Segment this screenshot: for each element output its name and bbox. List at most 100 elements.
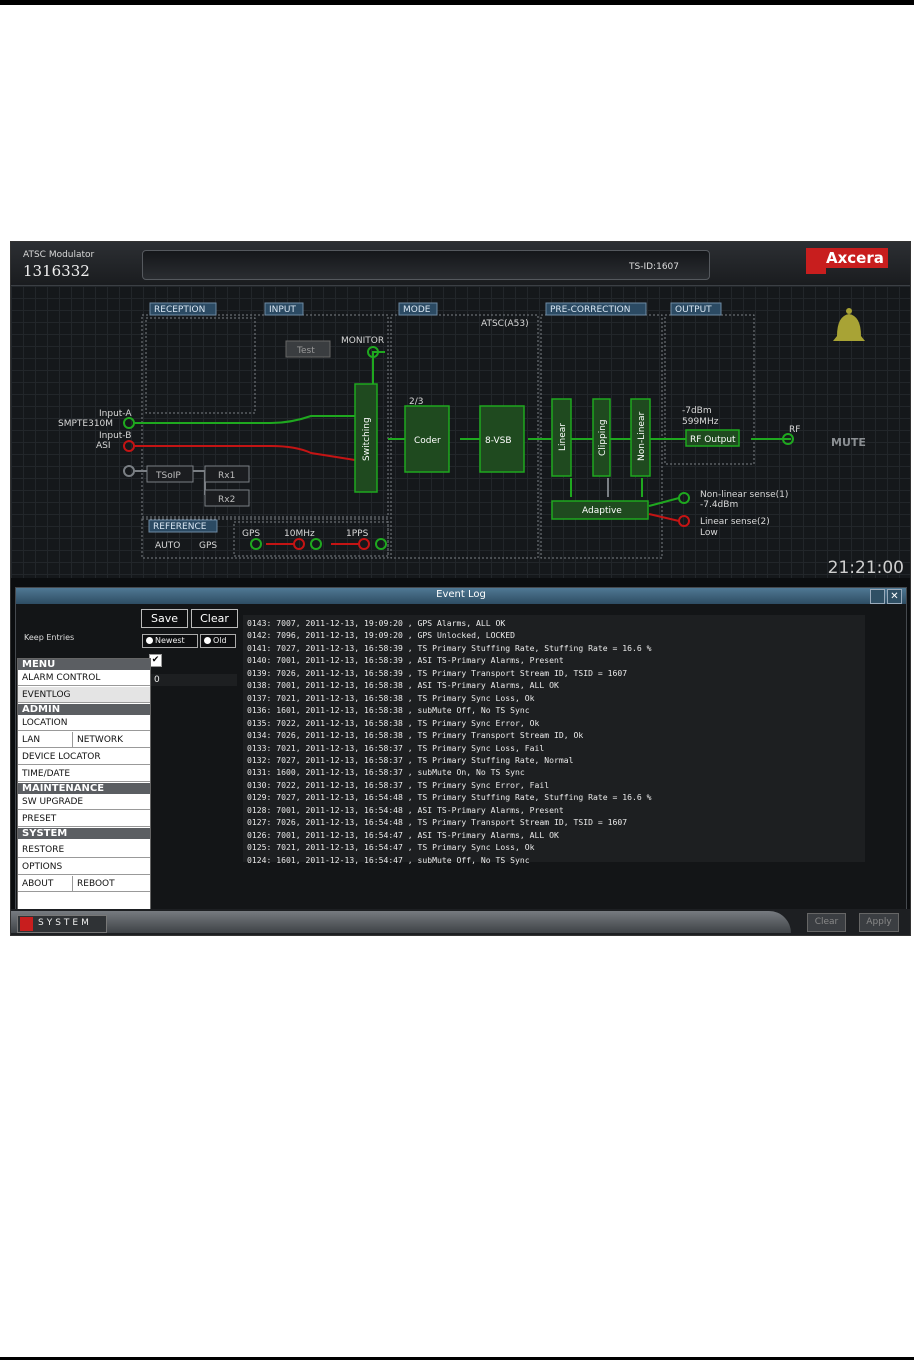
- bottom-bar: SYSTEM Clear Apply: [11, 909, 910, 935]
- mode-label: MODE: [403, 305, 431, 315]
- top-bar: ATSC Modulator 1316332 TS-ID:1607 Axcera: [11, 242, 910, 286]
- log-entry: 0132: 7027, 2011-12-13, 16:58:37 , TS Pr…: [247, 754, 574, 765]
- ref-mode: AUTO: [155, 541, 180, 551]
- clear-button[interactable]: Clear: [807, 913, 846, 932]
- gps-label: GPS: [242, 529, 260, 539]
- event-log-list[interactable]: 0143: 7007, 2011-12-13, 19:09:20 , GPS A…: [243, 615, 865, 865]
- input-a-connector-icon: [123, 417, 135, 429]
- minimize-button[interactable]: [870, 589, 885, 604]
- page-top-rule: [0, 0, 914, 5]
- menu-item-eventlog[interactable]: EVENTLOG: [18, 687, 150, 703]
- log-entry: 0137: 7021, 2011-12-13, 16:58:38 , TS Pr…: [247, 692, 535, 703]
- freq-readout: 599MHz: [682, 417, 719, 427]
- rf-output-label: RF Output: [690, 435, 736, 445]
- menu-item-network[interactable]: NETWORK: [73, 732, 150, 748]
- axcera-logo: Axcera: [806, 248, 888, 274]
- log-entry: 0141: 7027, 2011-12-13, 16:58:39 , TS Pr…: [247, 642, 652, 653]
- log-entry: 0138: 7001, 2011-12-13, 16:58:38 , ASI T…: [247, 680, 559, 691]
- menu-item-restore[interactable]: RESTORE: [18, 842, 150, 858]
- menu-item-about[interactable]: ABOUT: [18, 876, 73, 892]
- log-entry: 0130: 7022, 2011-12-13, 16:58:37 , TS Pr…: [247, 779, 550, 790]
- mode-value: ATSC(A53): [481, 319, 529, 329]
- input-b-type: ASI: [96, 441, 111, 451]
- rx2-label: Rx2: [218, 495, 235, 505]
- precorrection-label: PRE-CORRECTION: [550, 305, 630, 315]
- log-entry: 0142: 7096, 2011-12-13, 19:09:20 , GPS U…: [247, 630, 516, 641]
- event-log-title: Event Log: [436, 589, 486, 600]
- menu-item-alarm-control[interactable]: ALARM CONTROL: [18, 670, 150, 686]
- menu-item-sw-upgrade[interactable]: SW UPGRADE: [18, 794, 150, 810]
- onepps-red-connector-icon: [358, 538, 370, 550]
- maintenance-header: MAINTENANCE: [18, 783, 150, 794]
- menu-item-time-date[interactable]: TIME/DATE: [18, 766, 150, 782]
- device-type-label: ATSC Modulator: [23, 250, 95, 260]
- menu-item-reboot[interactable]: REBOOT: [73, 876, 150, 892]
- log-entry: 0140: 7001, 2011-12-13, 16:58:39 , ASI T…: [247, 655, 564, 666]
- log-entry: 0128: 7001, 2011-12-13, 16:54:48 , ASI T…: [247, 804, 564, 815]
- lin-sense-label: Linear sense(2): [700, 517, 770, 527]
- monitor-label: MONITOR: [341, 336, 384, 346]
- bottom-tab-shape: [11, 911, 791, 933]
- log-entry: 0131: 1600, 2011-12-13, 16:58:37 , subMu…: [247, 767, 525, 778]
- newest-radio[interactable]: Newest: [142, 634, 198, 648]
- admin-header: ADMIN: [18, 704, 150, 715]
- status-display: TS-ID:1607: [142, 250, 710, 280]
- save-button[interactable]: Save: [141, 609, 188, 628]
- switching-label: Switching: [362, 417, 372, 461]
- keep-entries-input[interactable]: 0: [151, 674, 237, 686]
- log-entry: 0124: 1601, 2011-12-13, 16:54:47 , subMu…: [247, 854, 530, 865]
- onepps-green-connector-icon: [375, 538, 387, 550]
- old-label: Old: [213, 636, 227, 645]
- test-button[interactable]: Test: [285, 340, 331, 358]
- menu-header: MENU: [18, 659, 150, 670]
- brand-name: Axcera: [822, 248, 888, 268]
- log-entry: 0135: 7022, 2011-12-13, 16:58:38 , TS Pr…: [247, 717, 540, 728]
- lin-sense-connector-icon: [678, 515, 690, 527]
- power-readout: -7dBm: [682, 406, 712, 416]
- vsb-label: 8-VSB: [485, 436, 512, 446]
- reception-label: RECEPTION: [154, 305, 205, 315]
- menu-item-location[interactable]: LOCATION: [18, 715, 150, 731]
- input-b-label: Input-B: [99, 431, 131, 441]
- old-radio[interactable]: Old: [200, 634, 236, 648]
- page-bottom-rule: [0, 1357, 914, 1360]
- close-icon[interactable]: ✕: [887, 589, 902, 604]
- radio-selected-icon: [146, 637, 153, 644]
- test-button-label: Test: [296, 346, 315, 356]
- system-menu: MENU ALARM CONTROL EVENTLOG ADMIN LOCATI…: [17, 658, 151, 914]
- menu-item-preset[interactable]: PRESET: [18, 811, 150, 827]
- tsoip-label: TSoIP: [155, 471, 181, 481]
- rx1-label: Rx1: [218, 471, 235, 481]
- log-entry: 0127: 7026, 2011-12-13, 16:54:48 , TS Pr…: [247, 817, 628, 828]
- reception-inner-box: [145, 317, 256, 414]
- ts-id-readout: TS-ID:1607: [629, 262, 679, 272]
- menu-item-device-locator[interactable]: DEVICE LOCATOR: [18, 749, 150, 765]
- nl-sense-value: -7.4dBm: [700, 500, 738, 510]
- signal-flow-diagram: RECEPTION INPUT MODE PRE-CORRECTION OUTP…: [11, 286, 910, 578]
- gps-connector-icon: [250, 538, 262, 550]
- apply-button[interactable]: Apply: [859, 913, 899, 932]
- menu-item-lan[interactable]: LAN: [18, 732, 73, 748]
- tenmhz-label: 10MHz: [284, 529, 315, 539]
- onepps-label: 1PPS: [346, 529, 369, 539]
- log-entry: 0126: 7001, 2011-12-13, 16:54:47 , ASI T…: [247, 829, 559, 840]
- log-entry: 0133: 7021, 2011-12-13, 16:58:37 , TS Pr…: [247, 742, 545, 753]
- log-entry: 0125: 7021, 2011-12-13, 16:54:47 , TS Pr…: [247, 842, 535, 853]
- clear-log-button[interactable]: Clear: [191, 609, 238, 628]
- coder-label: Coder: [414, 436, 441, 446]
- ref-source: GPS: [199, 541, 217, 551]
- bell-icon: [833, 308, 865, 341]
- mute-label: MUTE: [831, 436, 866, 449]
- system-button[interactable]: SYSTEM: [17, 915, 107, 933]
- event-log-header: Event Log ✕: [16, 588, 906, 604]
- system-button-label: SYSTEM: [38, 918, 92, 928]
- modulator-app-window: ATSC Modulator 1316332 TS-ID:1607 Axcera…: [10, 241, 911, 936]
- newest-label: Newest: [155, 636, 185, 645]
- axcera-badge-icon: [20, 917, 33, 931]
- reference-label: REFERENCE: [153, 522, 207, 532]
- nonlinear-label: Non-Linear: [637, 412, 647, 461]
- log-entry: 0139: 7026, 2011-12-13, 16:58:39 , TS Pr…: [247, 667, 628, 678]
- adaptive-label: Adaptive: [582, 506, 622, 516]
- menu-item-options[interactable]: OPTIONS: [18, 859, 150, 875]
- tenmhz-red-connector-icon: [293, 538, 305, 550]
